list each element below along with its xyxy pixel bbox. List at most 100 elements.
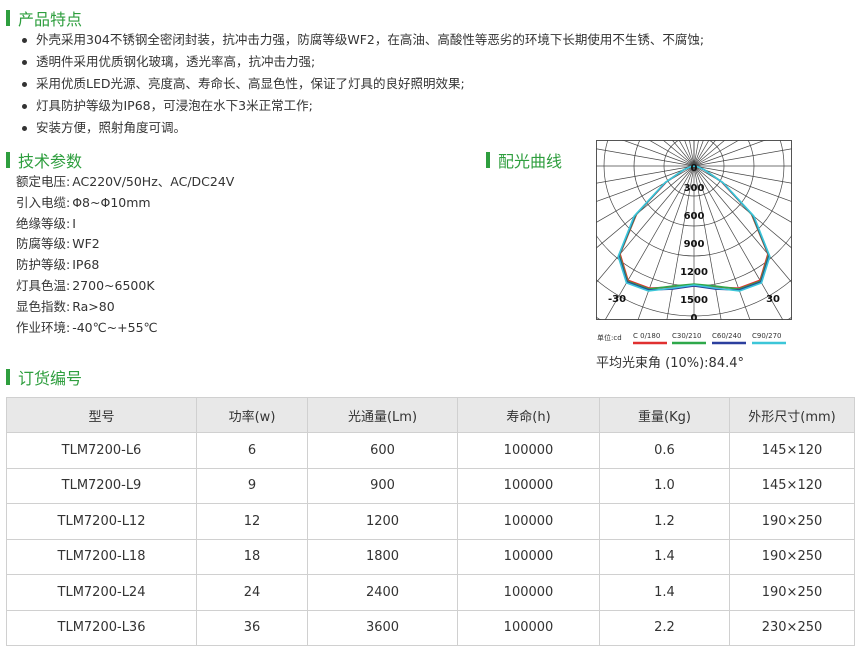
feature-item: 安装方便，照射角度可调。: [22, 117, 704, 139]
param-value: Φ8~Φ10mm: [72, 194, 151, 210]
bullet-dot: [22, 37, 27, 43]
table-row: TLM7200-L18 18 1800 100000 1.4 190×250: [6, 538, 855, 575]
features-section-title: 产品特点: [6, 6, 82, 30]
feature-text: 透明件采用优质钢化玻璃，透光率高，抗冲击力强;: [36, 54, 316, 69]
cell-life: 100000: [457, 609, 600, 646]
cell-weight: 0.6: [599, 432, 730, 469]
feature-item: 透明件采用优质钢化玻璃，透光率高，抗冲击力强;: [22, 51, 704, 73]
cell-power: 9: [196, 467, 308, 504]
cell-life: 100000: [457, 503, 600, 540]
feature-text: 灯具防护等级为IP68，可浸泡在水下3米正常工作;: [36, 98, 313, 113]
legend-label: C90/270: [752, 332, 782, 340]
cell-size: 190×250: [729, 503, 855, 540]
param-label: 引入电缆:: [16, 194, 71, 210]
param-value: Ra>80: [72, 298, 115, 314]
params-section-title: 技术参数: [6, 148, 82, 172]
cell-power: 24: [196, 574, 308, 611]
feature-item: 外壳采用304不锈钢全密闭封装，抗冲击力强，防腐等级WF2，在高油、高酸性等恶劣…: [22, 29, 704, 51]
cell-weight: 1.0: [599, 467, 730, 504]
param-label: 灯具色温:: [16, 277, 71, 293]
param-value: IP68: [72, 257, 100, 273]
params-list: 额定电压: AC220V/50Hz、AC/DC24V 引入电缆: Φ8~Φ10mm …: [16, 172, 234, 338]
bullet-dot: [22, 59, 27, 65]
radial-tick-label: 600: [684, 211, 705, 222]
legend-label: C60/240: [712, 332, 742, 340]
cell-power: 36: [196, 609, 308, 646]
order-section-title: 订货编号: [6, 365, 82, 389]
param-value: I: [72, 215, 76, 231]
col-header-life: 寿命(h): [457, 397, 600, 433]
cell-model: TLM7200-L24: [6, 574, 197, 611]
bullet-dot: [22, 81, 27, 87]
cell-life: 100000: [457, 432, 600, 469]
cell-flux: 3600: [307, 609, 458, 646]
cell-model: TLM7200-L6: [6, 432, 197, 469]
cell-weight: 1.4: [599, 574, 730, 611]
cell-life: 100000: [457, 574, 600, 611]
legend-label: C30/210: [672, 332, 702, 340]
param-row: 防腐等级: WF2: [16, 234, 234, 255]
param-row: 额定电压: AC220V/50Hz、AC/DC24V: [16, 172, 234, 193]
bullet-dot: [22, 125, 27, 131]
table-header-row: 型号 功率(w) 光通量(Lm) 寿命(h) 重量(Kg) 外形尺寸(mm): [6, 397, 855, 433]
cell-size: 145×120: [729, 467, 855, 504]
table-row: TLM7200-L6 6 600 100000 0.6 145×120: [6, 432, 855, 469]
title-accent-bar: [6, 369, 10, 385]
unit-label: 单位:cd: [597, 333, 622, 342]
radial-tick-label: 300: [684, 183, 705, 194]
param-label: 显色指数:: [16, 298, 71, 314]
cell-power: 18: [196, 538, 308, 575]
curve-title-text: 配光曲线: [498, 152, 563, 171]
beam-angle-label: 平均光束角 (10%):84.4°: [596, 356, 744, 371]
param-row: 防护等级: IP68: [16, 255, 234, 276]
param-value: -40℃~+55℃: [72, 319, 158, 335]
legend-label: C 0/180: [633, 332, 660, 340]
order-table: 型号 功率(w) 光通量(Lm) 寿命(h) 重量(Kg) 外形尺寸(mm) T…: [6, 397, 855, 646]
table-row: TLM7200-L9 9 900 100000 1.0 145×120: [6, 467, 855, 504]
cell-size: 145×120: [729, 432, 855, 469]
feature-item: 采用优质LED光源、亮度高、寿命长、高显色性，保证了灯具的良好照明效果;: [22, 73, 704, 95]
table-row: TLM7200-L24 24 2400 100000 1.4 190×250: [6, 574, 855, 611]
param-row: 灯具色温: 2700~6500K: [16, 276, 234, 297]
col-header-power: 功率(w): [196, 397, 308, 433]
feature-text: 外壳采用304不锈钢全密闭封装，抗冲击力强，防腐等级WF2，在高油、高酸性等恶劣…: [36, 32, 705, 47]
radial-tick-label: 900: [684, 239, 705, 250]
param-row: 引入电缆: Φ8~Φ10mm: [16, 193, 234, 214]
cell-flux: 1800: [307, 538, 458, 575]
col-header-weight: 重量(Kg): [599, 397, 730, 433]
feature-text: 安装方便，照射角度可调。: [36, 120, 187, 135]
cell-model: TLM7200-L36: [6, 609, 197, 646]
cell-flux: 900: [307, 467, 458, 504]
angle-label-bottom: 0: [691, 313, 698, 324]
col-header-model: 型号: [6, 397, 197, 433]
param-value: AC220V/50Hz、AC/DC24V: [72, 174, 235, 189]
polar-chart: 300 600 900 1200 1500 0 0 -30 30 单位:cd C 0/180 C30/…: [596, 140, 792, 346]
cell-size: 190×250: [729, 574, 855, 611]
features-title-text: 产品特点: [18, 10, 83, 29]
cell-weight: 2.2: [599, 609, 730, 646]
param-value: WF2: [72, 236, 100, 252]
cell-model: TLM7200-L18: [6, 538, 197, 575]
angle-label-top: 0: [691, 163, 698, 174]
cell-size: 230×250: [729, 609, 855, 646]
table-row: TLM7200-L12 12 1200 100000 1.2 190×250: [6, 503, 855, 540]
cell-flux: 1200: [307, 503, 458, 540]
cell-size: 190×250: [729, 538, 855, 575]
col-header-flux: 光通量(Lm): [307, 397, 458, 433]
angle-label-right: 30: [766, 294, 780, 305]
param-label: 绝缘等级:: [16, 215, 71, 231]
polar-chart-svg: 300 600 900 1200 1500 0 0 -30 30 单位:cd C 0/180 C30/…: [596, 140, 792, 345]
cell-model: TLM7200-L9: [6, 467, 197, 504]
cell-model: TLM7200-L12: [6, 503, 197, 540]
features-list: 外壳采用304不锈钢全密闭封装，抗冲击力强，防腐等级WF2，在高油、高酸性等恶劣…: [22, 29, 704, 139]
feature-item: 灯具防护等级为IP68，可浸泡在水下3米正常工作;: [22, 95, 704, 117]
radial-tick-label: 1500: [680, 295, 708, 306]
param-value: 2700~6500K: [72, 277, 155, 293]
cell-weight: 1.4: [599, 538, 730, 575]
param-row: 绝缘等级: I: [16, 214, 234, 235]
param-row: 显色指数: Ra>80: [16, 297, 234, 318]
cell-weight: 1.2: [599, 503, 730, 540]
order-title-text: 订货编号: [18, 369, 83, 388]
cell-flux: 2400: [307, 574, 458, 611]
params-title-text: 技术参数: [18, 152, 83, 171]
